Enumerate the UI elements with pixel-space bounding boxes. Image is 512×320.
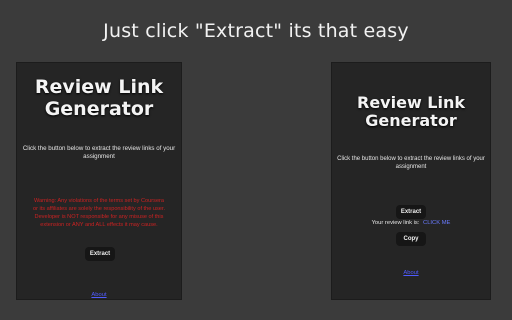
app-title-line2: Generator <box>44 97 154 120</box>
screenshot-canvas: Just click "Extract" its that easy Revie… <box>0 0 512 320</box>
review-link[interactable]: CLICK ME <box>423 220 450 226</box>
app-title: Review Link Generator <box>17 76 181 121</box>
copy-button[interactable]: Copy <box>396 232 426 246</box>
about-link[interactable]: About <box>332 270 490 276</box>
promo-banner-text: Just click "Extract" its that easy <box>103 20 409 42</box>
instructions-text: Click the button below to extract the re… <box>337 156 485 171</box>
warning-text: Warning: Any violations of the terms set… <box>32 198 166 229</box>
app-title-line1: Review Link <box>34 76 164 98</box>
extract-button[interactable]: Extract <box>396 205 426 219</box>
app-title: Review Link Generator <box>332 93 490 131</box>
popup-panel-before: Review Link Generator Click the button b… <box>16 62 182 300</box>
app-title-line2: Generator <box>365 111 457 131</box>
popup-panel-after: Review Link Generator Click the button b… <box>331 62 491 300</box>
about-link[interactable]: About <box>17 292 181 298</box>
extract-button[interactable]: Extract <box>85 247 115 261</box>
app-title-line1: Review Link <box>357 93 465 112</box>
review-link-label: Your review link is: <box>371 220 420 226</box>
review-link-line: Your review link is: CLICK ME <box>332 220 490 226</box>
instructions-text: Click the button below to extract the re… <box>22 145 176 161</box>
